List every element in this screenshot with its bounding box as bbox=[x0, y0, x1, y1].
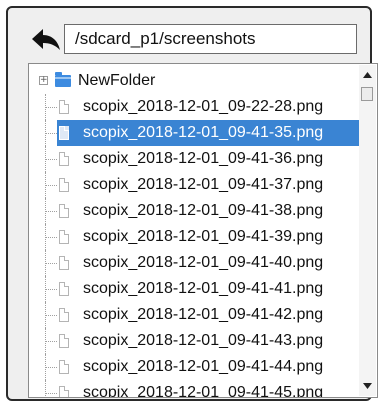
file-row[interactable]: scopix_2018-12-01_09-41-35.png bbox=[29, 120, 361, 146]
file-name: scopix_2018-12-01_09-41-36.png bbox=[83, 150, 324, 167]
tree-branch-line bbox=[45, 393, 57, 394]
file-name: scopix_2018-12-01_09-41-35.png bbox=[83, 124, 324, 141]
file-icon bbox=[59, 230, 69, 244]
file-list: + NewFolder scopix_2018-12-01_09-22-28.p… bbox=[29, 64, 361, 398]
scroll-down-icon bbox=[363, 383, 372, 389]
file-row[interactable]: scopix_2018-12-01_09-41-40.png bbox=[29, 250, 359, 276]
file-icon bbox=[59, 386, 69, 397]
file-icon bbox=[59, 152, 69, 166]
vertical-scrollbar[interactable] bbox=[359, 65, 376, 396]
file-row[interactable]: scopix_2018-12-01_09-41-45.png bbox=[29, 380, 359, 398]
file-row[interactable]: scopix_2018-12-01_09-41-39.png bbox=[29, 224, 359, 250]
file-name: scopix_2018-12-01_09-22-28.png bbox=[83, 98, 324, 115]
file-name: scopix_2018-12-01_09-41-39.png bbox=[83, 228, 324, 245]
file-icon bbox=[59, 334, 69, 348]
tree-branch-line bbox=[45, 133, 57, 134]
file-icon bbox=[59, 282, 69, 296]
file-icon bbox=[59, 308, 69, 322]
file-browser-window: /sdcard_p1/screenshots + NewFolder scopi… bbox=[6, 6, 378, 401]
file-name: scopix_2018-12-01_09-41-38.png bbox=[83, 202, 324, 219]
tree-branch-line bbox=[45, 107, 57, 108]
file-icon bbox=[59, 100, 69, 114]
tree-branch-line bbox=[45, 185, 57, 186]
folder-label: NewFolder bbox=[78, 72, 156, 89]
file-icon bbox=[59, 256, 69, 270]
back-arrow-icon bbox=[32, 29, 60, 50]
file-row[interactable]: scopix_2018-12-01_09-41-43.png bbox=[29, 328, 359, 354]
file-name: scopix_2018-12-01_09-41-45.png bbox=[83, 384, 324, 398]
toolbar: /sdcard_p1/screenshots bbox=[8, 8, 370, 60]
file-row[interactable]: scopix_2018-12-01_09-22-28.png bbox=[29, 94, 359, 120]
scroll-up-icon bbox=[363, 72, 372, 78]
folder-row[interactable]: + NewFolder bbox=[29, 68, 359, 94]
tree-line bbox=[45, 380, 46, 397]
file-name: scopix_2018-12-01_09-41-37.png bbox=[83, 176, 324, 193]
tree-branch-line bbox=[45, 211, 57, 212]
file-icon bbox=[59, 126, 69, 140]
file-icon bbox=[59, 360, 69, 374]
file-name: scopix_2018-12-01_09-41-40.png bbox=[83, 254, 324, 271]
tree-branch-line bbox=[45, 315, 57, 316]
folder-icon bbox=[55, 72, 71, 87]
tree-branch-line bbox=[45, 159, 57, 160]
file-icon bbox=[59, 204, 69, 218]
tree-branch-line bbox=[45, 367, 57, 368]
file-row[interactable]: scopix_2018-12-01_09-41-41.png bbox=[29, 276, 359, 302]
tree-branch-line bbox=[45, 341, 57, 342]
file-tree: + NewFolder scopix_2018-12-01_09-22-28.p… bbox=[28, 63, 378, 398]
scroll-down-button[interactable] bbox=[360, 378, 375, 394]
file-row[interactable]: scopix_2018-12-01_09-41-44.png bbox=[29, 354, 359, 380]
file-icon bbox=[59, 178, 69, 192]
file-name: scopix_2018-12-01_09-41-43.png bbox=[83, 332, 324, 349]
file-name: scopix_2018-12-01_09-41-42.png bbox=[83, 306, 324, 323]
expand-icon[interactable]: + bbox=[39, 76, 48, 85]
file-name: scopix_2018-12-01_09-41-41.png bbox=[83, 280, 324, 297]
file-row[interactable]: scopix_2018-12-01_09-41-38.png bbox=[29, 198, 359, 224]
file-row[interactable]: scopix_2018-12-01_09-41-37.png bbox=[29, 172, 359, 198]
tree-branch-line bbox=[45, 289, 57, 290]
scroll-thumb[interactable] bbox=[361, 87, 373, 101]
file-row[interactable]: scopix_2018-12-01_09-41-36.png bbox=[29, 146, 359, 172]
file-row[interactable]: scopix_2018-12-01_09-41-42.png bbox=[29, 302, 359, 328]
tree-branch-line bbox=[45, 263, 57, 264]
file-name: scopix_2018-12-01_09-41-44.png bbox=[83, 358, 324, 375]
tree-branch-line bbox=[45, 237, 57, 238]
back-button[interactable] bbox=[29, 26, 63, 52]
scroll-up-button[interactable] bbox=[360, 67, 375, 83]
path-field[interactable]: /sdcard_p1/screenshots bbox=[64, 24, 357, 54]
